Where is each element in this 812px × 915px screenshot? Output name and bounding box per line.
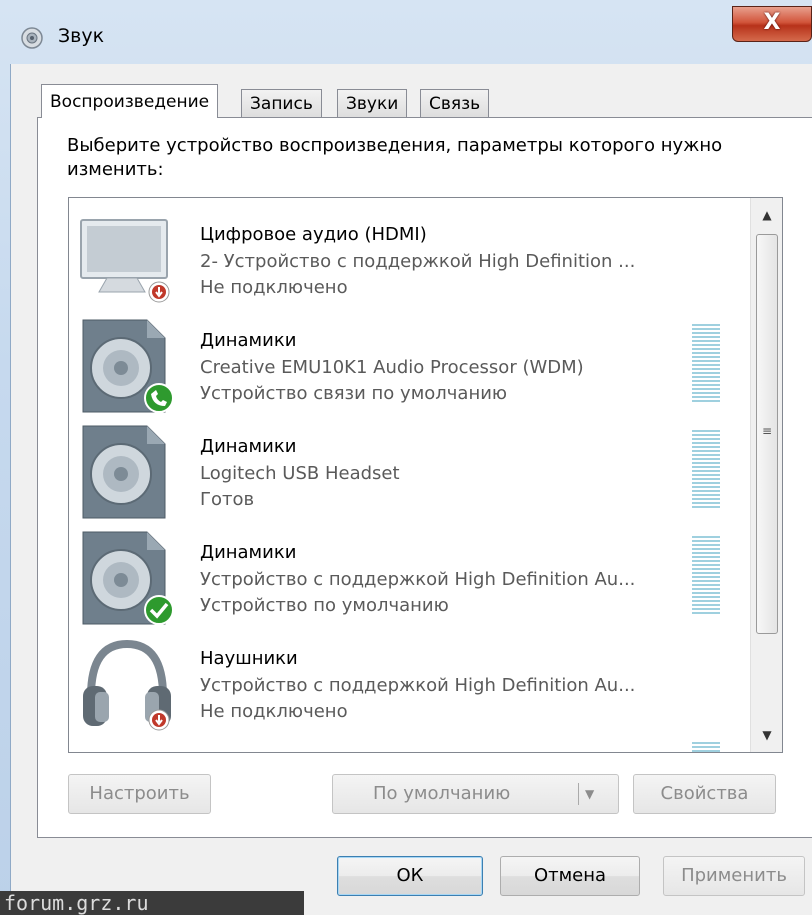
ok-button[interactable]: ОК <box>337 856 483 896</box>
list-item-device[interactable]: Наушники Устройство с поддержкой High De… <box>69 630 749 736</box>
set-default-label: По умолчанию <box>373 783 511 804</box>
speaker-icon <box>82 531 174 625</box>
properties-button[interactable]: Свойства <box>633 774 776 814</box>
scroll-up-arrow-icon[interactable]: ▲ <box>751 198 782 232</box>
device-status: Готов <box>200 489 255 510</box>
configure-button[interactable]: Настроить <box>68 774 211 814</box>
list-item-device[interactable]: Цифровое аудио (HDMI) 2- Устройство с по… <box>69 206 749 312</box>
headphones-icon <box>83 639 171 731</box>
volume-level-meter <box>692 536 720 616</box>
close-button[interactable]: X <box>732 6 812 42</box>
forum-watermark: forum.grz.ru <box>0 891 304 915</box>
device-description: 2- Устройство с поддержкой High Definiti… <box>200 251 636 272</box>
device-description: Creative EMU10K1 Audio Processor (WDM) <box>200 357 584 378</box>
device-status: Устройство связи по умолчанию <box>200 383 508 404</box>
speaker-app-icon <box>21 27 43 49</box>
vertical-scrollbar[interactable]: ▲ ≡ ▼ <box>750 198 782 752</box>
device-list[interactable]: Цифровое аудио (HDMI) 2- Устройство с по… <box>68 197 783 753</box>
cancel-button[interactable]: Отмена <box>500 856 640 896</box>
list-item-device[interactable]: Динамики Logitech USB Headset Готов <box>69 418 749 524</box>
tab-communications[interactable]: Связь <box>420 89 490 119</box>
set-default-split-button[interactable]: По умолчанию ▼ <box>332 774 619 814</box>
monitor-icon <box>80 219 170 303</box>
tab-recording[interactable]: Запись <box>241 89 322 119</box>
scrollbar-thumb[interactable]: ≡ <box>756 234 778 634</box>
device-status: Не подключено <box>200 701 348 722</box>
apply-button[interactable]: Применить <box>663 856 805 896</box>
dialog-client-area: Воспроизведение Запись Звуки Связь Выбер… <box>10 64 812 915</box>
communication-default-badge-icon <box>144 383 174 413</box>
split-divider <box>578 783 579 805</box>
volume-level-meter <box>692 742 720 752</box>
device-status: Устройство по умолчанию <box>200 595 449 616</box>
list-item-device[interactable]: Динамики Creative EMU10K1 Audio Processo… <box>69 312 749 418</box>
tab-playback[interactable]: Воспроизведение <box>41 84 219 118</box>
window-title: Звук <box>58 25 105 47</box>
device-description: Logitech USB Headset <box>200 463 400 484</box>
volume-level-meter <box>692 430 720 510</box>
device-name: Наушники <box>200 648 298 669</box>
sound-dialog-window: Звук X Воспроизведение Запись Звуки Связ… <box>0 0 812 915</box>
device-name: Цифровое аудио (HDMI) <box>200 224 427 245</box>
instruction-text: Выберите устройство воспроизведения, пар… <box>67 135 723 180</box>
list-item-device[interactable]: Динамики Устройство с поддержкой High De… <box>69 524 749 630</box>
device-name: Динамики <box>200 330 297 351</box>
scroll-down-arrow-icon[interactable]: ▼ <box>751 718 782 752</box>
dropdown-arrow-icon[interactable]: ▼ <box>585 775 609 813</box>
speaker-icon <box>82 319 174 413</box>
device-name: Динамики <box>200 542 297 563</box>
device-name: Динамики <box>200 436 297 457</box>
grip-icon: ≡ <box>761 424 773 438</box>
device-status: Не подключено <box>200 277 348 298</box>
device-description: Устройство с поддержкой High Definition … <box>200 569 636 590</box>
volume-level-meter <box>692 324 720 404</box>
tab-sounds[interactable]: Звуки <box>337 89 408 119</box>
device-description: Устройство с поддержкой High Definition … <box>200 675 636 696</box>
default-check-badge-icon <box>144 595 174 625</box>
speaker-icon <box>82 425 166 519</box>
title-bar[interactable]: Звук X <box>0 0 812 64</box>
